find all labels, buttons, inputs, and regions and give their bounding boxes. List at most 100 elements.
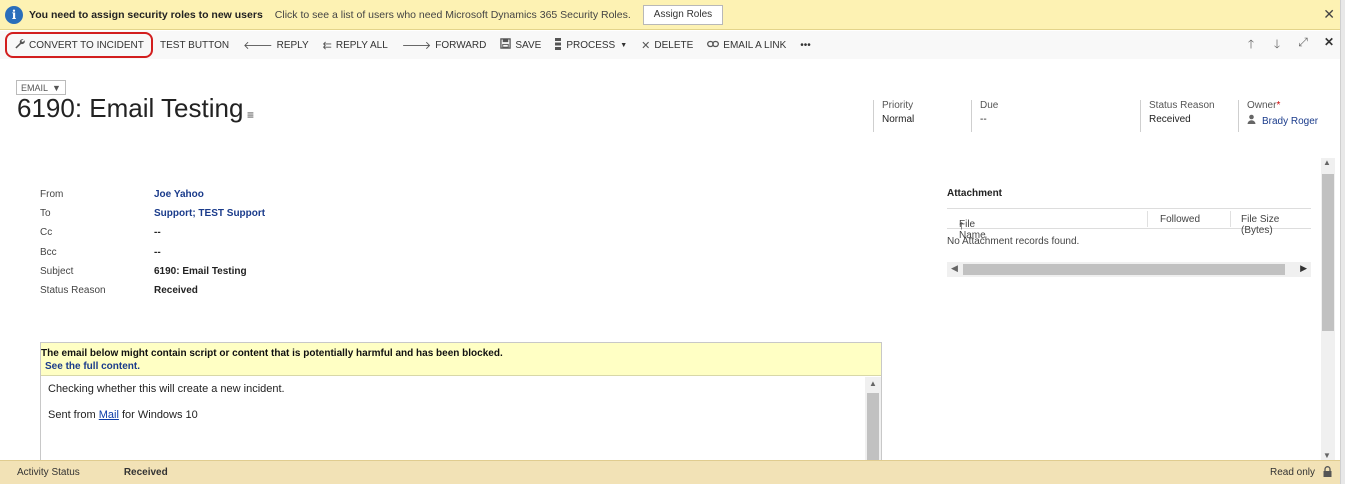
forward-button[interactable]: 🡒 FORWARD <box>395 33 494 57</box>
due-value[interactable]: -- <box>980 114 998 125</box>
close-icon[interactable]: ✕ <box>1323 6 1335 23</box>
command-bar: CONVERT TO INCIDENT TEST BUTTON 🡐 REPLY … <box>0 31 1345 59</box>
required-marker: * <box>1276 100 1281 111</box>
cc-label: Cc <box>40 227 53 238</box>
convert-to-incident-button[interactable]: CONVERT TO INCIDENT <box>5 32 153 58</box>
attachment-section-title: Attachment <box>947 188 1003 199</box>
scroll-right-icon[interactable]: ▶ <box>1300 263 1307 274</box>
email-signature: Sent from Mail for Windows 10 <box>48 409 285 421</box>
scroll-up-icon[interactable]: ▲ <box>869 379 877 388</box>
priority-value[interactable]: Normal <box>882 114 914 125</box>
sent-suffix: for Windows 10 <box>118 409 198 421</box>
email-body-scrollbar[interactable]: ▲ <box>865 377 881 463</box>
scroll-down-icon[interactable]: ▼ <box>1323 451 1331 460</box>
close-record-icon[interactable]: ✕ <box>1323 35 1335 56</box>
delete-button[interactable]: ✕ DELETE <box>634 33 700 57</box>
reply-icon: 🡐 <box>243 40 273 52</box>
scroll-up-icon[interactable]: ▲ <box>1323 158 1331 167</box>
header-due: Due -- <box>971 100 998 132</box>
column-file-size[interactable]: File Size (Bytes) <box>1241 214 1311 236</box>
bcc-value[interactable]: -- <box>154 247 161 263</box>
priority-label: Priority <box>882 100 914 111</box>
scroll-left-icon[interactable]: ◀ <box>951 263 958 274</box>
reply-all-label: REPLY ALL <box>335 39 388 51</box>
field-subject: Subject 6190: Email Testing <box>40 266 440 282</box>
sent-prefix: Sent from <box>48 409 99 421</box>
scroll-thumb[interactable] <box>867 393 879 463</box>
form-selector-menu-icon[interactable]: ≡ <box>247 108 254 122</box>
column-divider <box>1230 211 1231 227</box>
scroll-thumb[interactable] <box>1322 174 1334 331</box>
header-owner: Owner* Brady Roger <box>1238 100 1322 132</box>
reply-button[interactable]: 🡐 REPLY <box>236 33 316 57</box>
due-label: Due <box>980 100 999 111</box>
email-line: Checking whether this will create a new … <box>48 383 285 395</box>
field-from: From Joe Yahoo <box>40 189 440 205</box>
delete-label: DELETE <box>654 39 694 51</box>
to-value[interactable]: Support; TEST Support <box>154 208 265 224</box>
owner-value[interactable]: Brady Roger <box>1247 114 1322 127</box>
cc-value[interactable]: -- <box>154 227 161 243</box>
reply-all-icon: ⇇ <box>322 39 332 52</box>
from-label: From <box>40 189 64 200</box>
chevron-down-icon: ▼ <box>52 82 61 93</box>
page-vertical-scrollbar[interactable]: ▲ ▼ <box>1321 158 1335 460</box>
status-footer: Activity Status Received Read only <box>0 460 1340 484</box>
warning-text: The email below might contain script or … <box>41 348 503 359</box>
attachment-horizontal-scrollbar[interactable]: ◀ ▶ <box>947 262 1311 277</box>
scroll-thumb[interactable] <box>963 264 1285 275</box>
save-label: SAVE <box>515 39 542 51</box>
status-reason-field-label: Status Reason <box>40 285 106 296</box>
lock-icon <box>1323 466 1332 477</box>
mail-link[interactable]: Mail <box>99 409 119 421</box>
process-icon <box>555 37 562 53</box>
more-commands-button[interactable]: ••• <box>793 33 818 57</box>
process-button[interactable]: PROCESS ▼ <box>548 33 634 57</box>
field-to: To Support; TEST Support <box>40 208 440 224</box>
blocked-content-warning: The email below might contain script or … <box>41 343 881 376</box>
arrow-up-icon[interactable]: 🡑 <box>1245 35 1257 56</box>
forward-icon: 🡒 <box>401 40 432 52</box>
save-icon <box>500 38 512 52</box>
column-followed[interactable]: Followed <box>1160 214 1200 225</box>
bcc-label: Bcc <box>40 247 57 258</box>
email-body-frame: The email below might contain script or … <box>40 342 882 463</box>
info-icon: i <box>5 5 23 24</box>
read-only-indicator: Read only <box>1269 467 1315 478</box>
reply-all-button[interactable]: ⇇ REPLY ALL <box>316 33 395 57</box>
subject-label: Subject <box>40 266 74 277</box>
notification-description[interactable]: Click to see a list of users who need Mi… <box>275 9 631 21</box>
more-icon: ••• <box>800 39 811 51</box>
email-content: Checking whether this will create a new … <box>48 383 285 435</box>
activity-status-value: Received <box>123 467 168 478</box>
reply-label: REPLY <box>276 39 309 51</box>
link-icon <box>707 39 720 51</box>
assign-roles-button[interactable]: Assign Roles <box>642 4 724 25</box>
convert-to-incident-label: CONVERT TO INCIDENT <box>29 39 144 51</box>
status-reason-label: Status Reason <box>1149 100 1215 111</box>
popout-icon[interactable]: ⤢ <box>1297 35 1309 56</box>
column-divider <box>1147 211 1148 227</box>
status-reason-value[interactable]: Received <box>1149 114 1215 125</box>
header-status-reason: Status Reason Received <box>1140 100 1215 132</box>
user-icon <box>1247 114 1256 127</box>
save-button[interactable]: SAVE <box>493 33 548 57</box>
attachment-grid-header: File Name 🡑 Followed File Size (Bytes) <box>947 208 1311 241</box>
from-value[interactable]: Joe Yahoo <box>154 189 204 205</box>
email-a-link-label: EMAIL A LINK <box>723 39 787 51</box>
arrow-down-icon[interactable]: 🡓 <box>1271 35 1283 56</box>
email-a-link-button[interactable]: EMAIL A LINK <box>700 33 793 57</box>
field-status-reason: Status Reason Received <box>40 285 440 301</box>
attachment-empty-message: No Attachment records found. <box>947 236 1080 247</box>
test-button[interactable]: TEST BUTTON <box>153 33 236 57</box>
entity-selector-label: EMAIL <box>21 82 49 93</box>
status-reason-field-value[interactable]: Received <box>154 285 198 301</box>
process-label: PROCESS <box>566 39 616 51</box>
forward-label: FORWARD <box>435 39 487 51</box>
test-button-label: TEST BUTTON <box>160 39 230 51</box>
subject-value[interactable]: 6190: Email Testing <box>154 266 247 282</box>
page-title: 6190: Email Testing <box>17 93 244 123</box>
wrench-icon <box>14 38 25 52</box>
see-full-content-link[interactable]: See the full content. <box>45 361 881 372</box>
owner-label: Owner <box>1247 100 1277 111</box>
